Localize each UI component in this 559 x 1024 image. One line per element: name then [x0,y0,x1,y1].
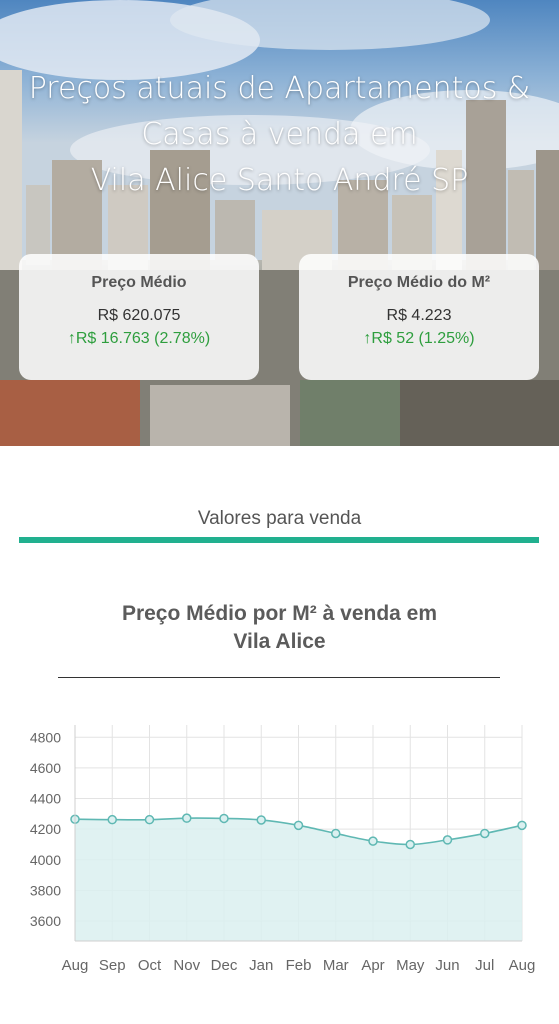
price-per-m2-chart: 3600 3800 4000 4200 4400 4600 4800 Aug Sep Oct Nov… [30,725,536,974]
data-point [107,814,117,825]
x-tick-label: Aug [509,957,536,974]
y-tick-label: 4200 [30,821,61,837]
stat-change: ↑R$ 16.763 (2.78%) [19,330,259,348]
data-point [182,813,192,823]
x-tick-label: Jan [249,957,273,974]
chart-title: Preço Médio por M² à venda em Vila Alice [0,600,559,656]
x-tick-label: Mar [323,957,349,974]
tab-sale-values[interactable]: Valores para venda [0,508,559,530]
data-point [442,835,453,845]
stat-change: ↑R$ 52 (1.25%) [299,330,539,348]
data-point [293,820,304,831]
average-price-per-m2-card: Preço Médio do M² R$ 4.223 ↑R$ 52 (1.25%… [299,254,539,380]
arrow-up-icon: ↑ [67,330,76,347]
hero-title-line: Casas à venda em [141,117,418,152]
y-tick-label: 4600 [30,760,61,776]
hero-title-line: Vila Alice Santo André SP [90,163,469,198]
x-tick-label: Feb [286,957,312,974]
data-point [144,814,155,825]
data-point [256,815,266,825]
y-tick-label: 3800 [30,882,61,898]
stat-value: R$ 620.075 [97,307,181,324]
data-point [405,839,415,850]
x-tick-label: Sep [99,957,126,974]
y-tick-label: 4800 [30,729,61,745]
chart-title-line: Vila Alice [233,630,326,653]
data-point [480,828,490,839]
average-price-card: Preço Médio R$ 620.075 ↑R$ 16.763 (2.78%… [19,254,259,380]
chart-title-line: Preço Médio por M² à venda em [121,602,438,625]
stat-value: R$ 4.223 [386,307,452,324]
y-tick-label: 4000 [30,852,61,868]
data-point [368,836,378,846]
x-tick-label: Aug [62,957,89,974]
hero-title-line: Preços atuais de Apartamentos & [28,71,531,106]
stat-label: Preço Médio do M² [347,274,491,291]
x-tick-label: Jul [475,957,494,974]
data-point [331,828,341,839]
x-tick-label: Dec [211,957,238,974]
stat-label: Preço Médio [91,274,187,291]
data-point [219,813,229,824]
data-point [517,820,527,831]
x-tick-label: Oct [138,957,162,974]
x-tick-label: May [396,957,425,974]
stat-change-text: R$ 16.763 (2.78%) [75,330,211,347]
stat-change-text: R$ 52 (1.25%) [371,330,475,347]
tab-active-underline [19,537,539,543]
x-tick-label: Apr [361,957,384,974]
hero-title: Preços atuais de Apartamentos & Casas à … [0,66,559,204]
y-tick-label: 3600 [30,913,61,929]
hero-banner: Preços atuais de Apartamentos & Casas à … [0,0,559,446]
series-area-fill [75,818,522,941]
chart-title-divider [58,677,500,678]
y-tick-label: 4400 [30,791,61,807]
x-tick-label: Jun [435,957,459,974]
x-tick-label: Nov [173,957,200,974]
